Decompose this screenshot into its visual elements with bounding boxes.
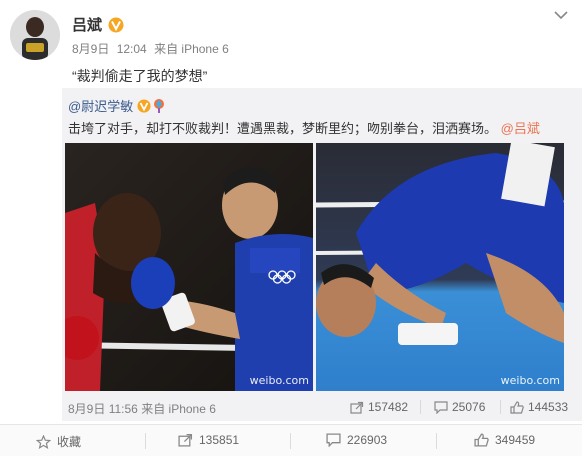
chevron-down-icon[interactable]: [554, 10, 568, 20]
repost-body: 击垮了对手，却打不败裁判！遭遇黑裁，梦断里约；吻别拳台，泪洒赛场。: [68, 121, 498, 136]
repost-like-count: 144533: [528, 400, 569, 414]
repost-card: @尉迟学敏 击垮了对手，却打不败裁判！遭遇黑裁，梦断里约；吻别拳台，泪洒赛场。 …: [62, 88, 582, 421]
like-icon: [474, 433, 489, 447]
repost-forward-count: 157482: [368, 400, 409, 414]
post-text: “裁判偷走了我的梦想”: [72, 68, 208, 84]
comment-icon: [434, 400, 448, 414]
divider: [145, 433, 146, 449]
comment-icon: [326, 433, 341, 447]
forward-icon: [178, 433, 193, 447]
repost-comment-stat[interactable]: 25076: [434, 400, 485, 414]
divider: [420, 400, 421, 414]
avatar[interactable]: [10, 10, 60, 60]
forward-count: 135851: [199, 433, 240, 447]
favorite-button[interactable]: 收藏: [36, 433, 81, 450]
comment-count: 226903: [347, 433, 388, 447]
repost-text: 击垮了对手，却打不败裁判！遭遇黑裁，梦断里约；吻别拳台，泪洒赛场。 @吕斌: [68, 118, 540, 137]
forward-button[interactable]: 135851: [178, 433, 239, 447]
repost-like-stat[interactable]: 144533: [510, 400, 568, 414]
mention-link[interactable]: @吕斌: [501, 121, 540, 136]
olympic-torch-icon: [153, 98, 165, 113]
photo-kiss-ring[interactable]: weibo.com: [316, 143, 564, 391]
photo-punch[interactable]: weibo.com: [65, 143, 313, 391]
repost-forward-stat[interactable]: 157482: [350, 400, 408, 414]
like-button[interactable]: 349459: [474, 433, 535, 447]
action-bar: 收藏 135851 226903 349459: [0, 424, 582, 456]
repost-comment-count: 25076: [452, 400, 486, 414]
weibo-post: 吕斌 8月9日 12:04 来自 iPhone 6 “裁判偷走了我的梦想” @尉…: [0, 0, 582, 456]
author-name[interactable]: 吕斌: [72, 14, 102, 35]
repost-meta: 8月9日 11:56 来自 iPhone 6: [68, 400, 216, 417]
photo-watermark: weibo.com: [249, 374, 309, 387]
like-icon: [510, 400, 524, 414]
repost-author-name[interactable]: @尉迟学敏: [68, 96, 133, 115]
repost-source: 来自 iPhone 6: [141, 402, 216, 416]
divider: [436, 433, 437, 449]
verified-badge-icon: [137, 98, 151, 113]
star-icon: [36, 434, 51, 449]
favorite-label: 收藏: [57, 435, 82, 449]
post-meta: 8月9日 12:04 来自 iPhone 6: [72, 40, 229, 57]
repost-footer: 8月9日 11:56 来自 iPhone 6 157482 25076 1445…: [68, 400, 576, 416]
repost-time[interactable]: 11:56: [109, 402, 138, 416]
divider: [290, 433, 291, 449]
like-count: 349459: [495, 433, 536, 447]
post-date[interactable]: 8月9日: [72, 42, 109, 56]
photo-watermark: weibo.com: [500, 374, 560, 387]
repost-date[interactable]: 8月9日: [68, 402, 105, 416]
post-source: 来自 iPhone 6: [154, 42, 229, 56]
verified-badge-icon: [108, 17, 124, 33]
forward-icon: [350, 401, 364, 414]
post-time[interactable]: 12:04: [117, 42, 147, 56]
comment-button[interactable]: 226903: [326, 433, 387, 447]
divider: [500, 400, 501, 414]
